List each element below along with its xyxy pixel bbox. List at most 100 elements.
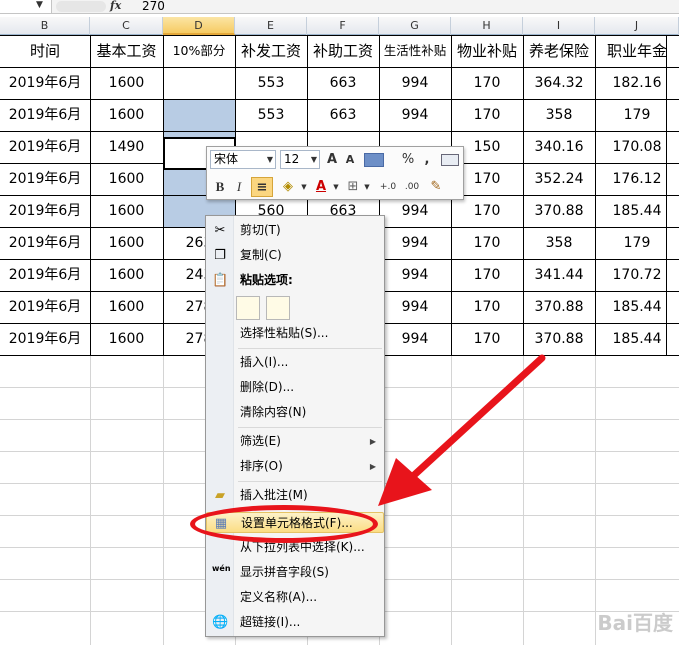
table-cell[interactable]: 2019年6月 [0,323,90,355]
table-cell[interactable] [163,99,235,131]
column-header-e[interactable]: E [235,17,307,35]
font-name-box[interactable]: 宋体 ▼ [210,150,276,169]
table-cell[interactable]: 2019年6月 [0,259,90,291]
menu-item-delete[interactable]: 删除(D)... [206,377,384,398]
table-cell[interactable]: 553 [235,67,307,99]
table-cell[interactable]: 1600 [90,67,163,99]
table-cell[interactable]: 994 [379,227,451,259]
table-cell[interactable]: 994 [379,67,451,99]
header-cell[interactable]: 补助工资 [307,35,379,67]
name-box-dropdown-icon[interactable]: ▼ [36,0,43,10]
table-cell[interactable]: 358 [523,99,595,131]
table-cell[interactable]: 1600 [90,259,163,291]
table-cell[interactable]: 340.16 [523,131,595,163]
percent-style-icon[interactable]: % [401,151,415,169]
table-cell[interactable]: 1600 [90,291,163,323]
header-cell[interactable]: 物业补贴 [451,35,523,67]
fx-icon[interactable]: fx [110,0,121,12]
column-header-c[interactable]: C [90,17,163,35]
format-painter-icon[interactable]: ✎ [427,177,445,197]
font-name-dropdown-icon[interactable]: ▼ [267,151,273,168]
center-align-icon[interactable]: ≡ [251,177,273,197]
comma-style-icon[interactable]: , [422,151,432,169]
table-cell[interactable]: 1490 [90,131,163,163]
font-size-box[interactable]: 12 ▼ [280,150,320,169]
table-cell[interactable]: 663 [307,67,379,99]
menu-item-clear-contents[interactable]: 清除内容(N) [206,402,384,423]
table-cell[interactable]: 2019年6月 [0,99,90,131]
decrease-decimal-icon[interactable]: .00 [401,177,423,197]
table-cell[interactable]: 170 [451,99,523,131]
header-cell[interactable]: 10%部分 [163,35,235,67]
table-cell[interactable]: 1600 [90,323,163,355]
table-cell[interactable]: 994 [379,99,451,131]
table-cell[interactable] [163,67,235,99]
table-cell[interactable]: 663 [307,99,379,131]
table-cell[interactable]: 170 [451,227,523,259]
table-cell[interactable]: 994 [379,259,451,291]
borders-dropdown-icon[interactable]: ▼ [362,177,372,197]
table-cell[interactable]: 2019年6月 [0,291,90,323]
column-header-d[interactable]: D [163,17,235,35]
header-cell[interactable]: 补发工资 [235,35,307,67]
paste-default-icon[interactable] [236,296,260,320]
font-size-dropdown-icon[interactable]: ▼ [311,151,317,168]
shrink-font-icon[interactable]: A [343,151,357,169]
menu-item-hyperlink[interactable]: 🌐 超链接(I)... [206,612,384,633]
header-cell[interactable]: 时间 [0,35,90,67]
table-cell[interactable]: 1600 [90,99,163,131]
table-cell[interactable]: 370.88 [523,195,595,227]
menu-item-cut[interactable]: ✂ 剪切(T) [206,220,384,241]
fill-color-dropdown-icon[interactable]: ▼ [299,177,309,197]
menu-item-show-pinyin[interactable]: wén 显示拼音字段(S) [206,562,384,583]
table-cell[interactable]: 1600 [90,195,163,227]
table-cell[interactable]: 2019年6月 [0,67,90,99]
formula-input[interactable]: 270 [142,0,165,13]
table-cell[interactable]: 341.44 [523,259,595,291]
column-header-f[interactable]: F [307,17,379,35]
name-box[interactable]: ▼ [0,0,52,13]
column-header-b[interactable]: B [0,17,90,35]
table-cell[interactable]: 2019年6月 [0,163,90,195]
table-cell[interactable]: 1600 [90,227,163,259]
increase-decimal-icon[interactable]: +.0 [377,177,399,197]
table-cell[interactable]: 170 [451,67,523,99]
grow-font-icon[interactable]: A [324,151,340,169]
table-cell[interactable]: 2019年6月 [0,227,90,259]
table-cell[interactable]: 2019年6月 [0,131,90,163]
format-table-icon[interactable] [364,153,384,167]
header-cell[interactable]: 生活性补贴 [379,35,451,67]
menu-item-sort[interactable]: 排序(O) ▶ [206,456,384,477]
menu-item-copy[interactable]: ❐ 复制(C) [206,245,384,266]
menu-item-filter[interactable]: 筛选(E) ▶ [206,431,384,452]
borders-icon[interactable]: ⊞ [345,177,361,197]
table-cell[interactable]: 994 [379,291,451,323]
menu-item-paste-special[interactable]: 选择性粘贴(S)... [206,323,384,344]
merge-center-icon[interactable] [441,154,459,166]
bold-icon[interactable]: B [212,177,228,197]
paste-values-icon[interactable] [266,296,290,320]
table-cell[interactable]: 2019年6月 [0,195,90,227]
column-header-j[interactable]: J [595,17,679,35]
table-cell[interactable]: 553 [235,99,307,131]
table-cell[interactable]: 364.32 [523,67,595,99]
column-header-i[interactable]: I [523,17,595,35]
table-cell[interactable]: 170 [451,291,523,323]
table-cell[interactable]: 1600 [90,163,163,195]
menu-item-insert-comment[interactable]: ▰ 插入批注(M) [206,485,384,506]
menu-item-insert[interactable]: 插入(I)... [206,352,384,373]
fill-color-icon[interactable]: ◈ [279,177,297,197]
font-color-icon[interactable]: A [313,177,329,197]
table-cell[interactable]: 370.88 [523,291,595,323]
header-cell[interactable]: 养老保险 [523,35,595,67]
italic-icon[interactable]: I [231,177,247,197]
font-color-dropdown-icon[interactable]: ▼ [331,177,341,197]
menu-item-define-name[interactable]: 定义名称(A)... [206,587,384,608]
header-cell[interactable]: 基本工资 [90,35,163,67]
table-cell[interactable]: 170 [451,259,523,291]
mini-toolbar: 宋体 ▼ 12 ▼ A A % , B I ≡ ◈ ▼ A ▼ ⊞ ▼ +.0 … [206,146,464,200]
column-header-g[interactable]: G [379,17,451,35]
table-cell[interactable]: 358 [523,227,595,259]
table-cell[interactable]: 352.24 [523,163,595,195]
column-header-h[interactable]: H [451,17,523,35]
